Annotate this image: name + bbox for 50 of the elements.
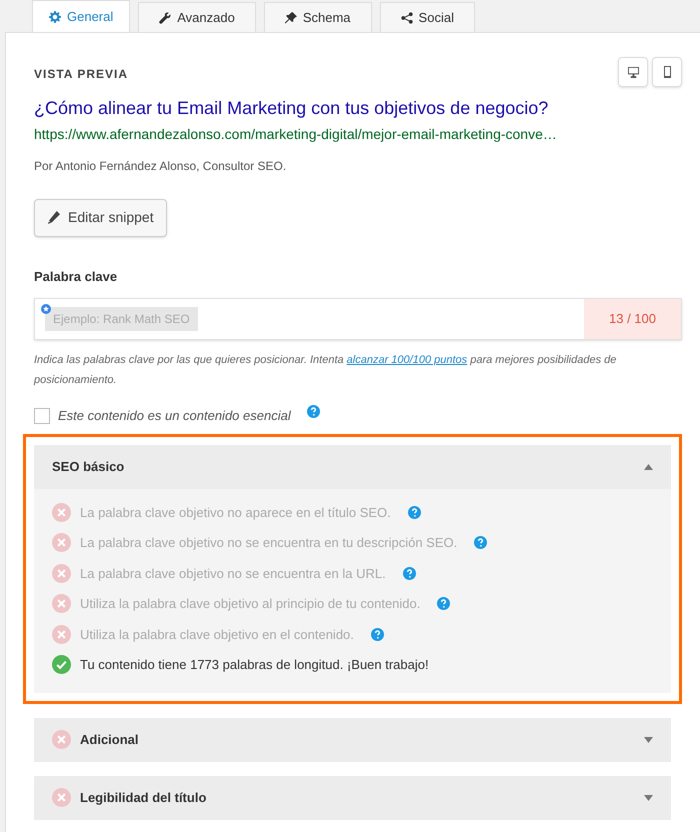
preview-url: https://www.afernandezalonso.com/marketing-digital/mejor-email-marketing-conve…: [34, 124, 558, 144]
mobile-icon: [664, 66, 670, 78]
checkbox[interactable]: [34, 408, 50, 424]
help-icon[interactable]: [408, 506, 421, 519]
help-icon[interactable]: [370, 628, 384, 641]
cross-icon: [52, 502, 71, 522]
pencil-icon: [47, 211, 60, 224]
cross-icon: [52, 594, 71, 614]
cross-icon: [52, 533, 71, 552]
check-text: Utiliza la palabra clave objetivo al principio de tu contenido.: [80, 595, 420, 613]
expand-caret-icon: [644, 736, 653, 742]
check-text: La palabra clave objetivo no aparece en el título SEO.: [80, 504, 391, 522]
check-icon: [52, 655, 71, 674]
help-icon[interactable]: [306, 405, 320, 418]
edit-snippet-button[interactable]: Editar snippet: [34, 198, 167, 236]
mobile-button[interactable]: [652, 57, 682, 87]
desktop-icon: [628, 66, 638, 78]
check-text: La palabra clave objetivo no se encuentra en tu descripción SEO.: [80, 534, 458, 552]
share-icon: [400, 12, 413, 24]
check-text: Tu contenido tiene 1773 palabras de longitud. ¡Buen trabajo!: [80, 656, 429, 674]
section-header[interactable]: SEO básico: [34, 444, 671, 488]
pin-icon: [284, 12, 297, 24]
preview-description: Por Antonio Fernández Alonso, Consultor SEO.: [34, 158, 288, 174]
help-icon[interactable]: [402, 566, 416, 580]
section-header[interactable]: Adicional: [34, 718, 671, 762]
tab[interactable]: Social: [380, 2, 475, 32]
wrench-icon: [159, 12, 172, 24]
cross-icon: [52, 564, 71, 583]
gear-icon: [49, 10, 61, 22]
pillar-label: Este contenido es un contenido esencial: [58, 407, 291, 425]
keyword-score: 13 / 100: [584, 299, 681, 339]
section-header[interactable]: Legibilidad del título: [34, 776, 671, 820]
keyword-label: Palabra clave: [34, 268, 118, 286]
expand-caret-icon: [644, 794, 653, 800]
star-badge-icon: [41, 304, 51, 314]
keyword-help: Indica las palabras clave por las que quieres posicionar. Intenta alcanzar 100/100 puntos para mejores posibilidades de posicionamiento.: [34, 353, 618, 388]
tab[interactable]: General: [32, 0, 130, 32]
cross-icon: [52, 624, 71, 644]
desktop-button[interactable]: [618, 57, 648, 87]
preview-heading: VISTA PREVIA: [34, 66, 128, 83]
check-text: La palabra clave objetivo no se encuentra en la URL.: [80, 564, 386, 583]
preview-title: ¿Cómo alinear tu Email Marketing con tus objetivos de negocio?: [34, 97, 550, 120]
help-link[interactable]: alcanzar 100/100 puntos: [346, 354, 468, 366]
tab[interactable]: Avanzado: [138, 2, 256, 32]
keyword-placeholder: Ejemplo: Rank Math SEO: [45, 307, 198, 331]
help-icon[interactable]: [437, 597, 450, 610]
help-icon[interactable]: [474, 536, 488, 550]
check-text: Utiliza la palabra clave objetivo en el contenido.: [80, 626, 354, 644]
tab[interactable]: Schema: [264, 2, 372, 32]
collapse-caret-icon: [644, 464, 653, 470]
